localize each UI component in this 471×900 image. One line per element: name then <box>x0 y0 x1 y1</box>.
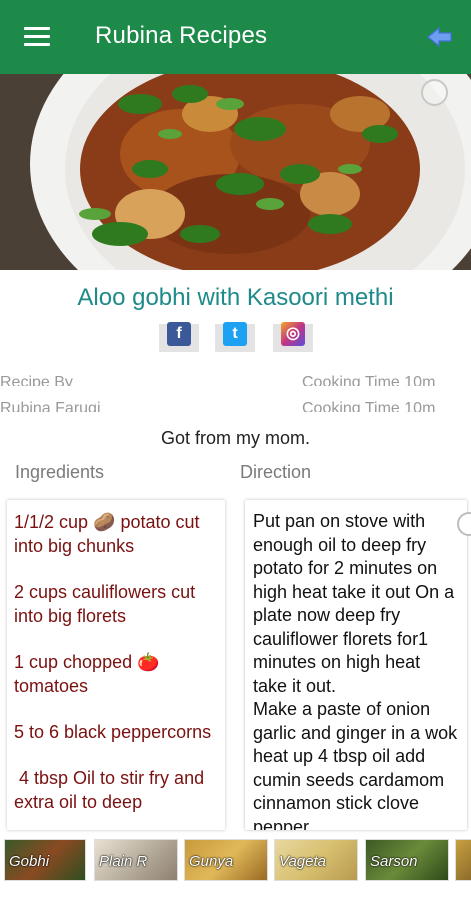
facebook-icon: f <box>167 322 191 346</box>
related-recipe-caption: Plain R <box>99 853 148 870</box>
direction-step: Put pan on stove with enough oil to deep… <box>253 511 455 696</box>
recipe-title: Aloo gobhi with Kasoori methi <box>77 284 394 311</box>
direction-text: Put pan on stove with enough oil to deep… <box>245 500 467 830</box>
ingredients-list: 1/1/2 cup 🥔 potato cut into big chunks 2… <box>7 500 225 814</box>
recipe-photo <box>0 74 471 270</box>
ingredient-item: 5 to 6 black peppercorns <box>14 722 212 742</box>
related-recipe-caption: Vageta <box>279 853 326 870</box>
recipe-by-label: Recipe By <box>0 374 73 386</box>
app-title: Rubina Recipes <box>95 22 268 49</box>
related-recipe-thumb[interactable]: Vageta <box>274 839 358 881</box>
related-recipe-caption: Gobhi <box>9 853 50 870</box>
direction-card[interactable]: Put pan on stove with enough oil to deep… <box>245 500 467 830</box>
recipe-by-label-text: Recipe By <box>0 374 73 386</box>
direction-step: Make a paste of onion garlic and ginger … <box>253 699 458 830</box>
related-recipe-thumb[interactable]: Gobhi <box>4 839 86 881</box>
recipe-by-value: Rubina Faruqi <box>0 400 101 412</box>
related-recipe-thumb[interactable]: Plain R <box>94 839 178 881</box>
related-recipe-thumb[interactable]: Gunya <box>184 839 268 881</box>
app-bar: Rubina Recipes <box>0 0 471 74</box>
recipe-by-value-text: Rubina Faruqi <box>0 400 101 412</box>
cooking-time-label: Cooking Time 10m <box>302 374 435 386</box>
recipe-note: Got from my mom. <box>160 428 310 448</box>
cooking-time-value-text: Cooking Time 10m <box>302 400 436 412</box>
cooking-time-value: Cooking Time 10m <box>302 400 435 412</box>
related-recipe-caption: Sarson <box>370 853 418 870</box>
ingredient-item: 1/1/2 cup 🥔 potato cut into big chunks <box>14 512 200 556</box>
direction-heading: Direction <box>240 462 312 482</box>
favorite-toggle[interactable] <box>421 79 448 106</box>
related-recipe-thumb[interactable]: Sarson <box>365 839 449 881</box>
instagram-share-button[interactable]: ◎ <box>273 322 313 352</box>
related-recipe-thumb[interactable] <box>455 839 471 881</box>
twitter-share-button[interactable]: t <box>215 322 255 352</box>
ingredient-item: 2 cups cauliflowers cut into big florets <box>14 582 196 626</box>
cooking-time-label-text: Cooking Time 10m <box>302 374 436 386</box>
ingredient-item: 4 tbsp Oil to stir fry and extra oil to … <box>14 768 210 812</box>
hamburger-menu-icon[interactable] <box>24 27 50 47</box>
related-recipe-caption: Gunya <box>189 853 234 870</box>
back-arrow-icon[interactable] <box>426 25 454 49</box>
related-recipes-strip: Gobhi Plain R Gunya Vageta Sarson <box>0 835 471 885</box>
ingredients-card[interactable]: 1/1/2 cup 🥔 potato cut into big chunks 2… <box>7 500 225 830</box>
ingredients-heading: Ingredients <box>15 462 105 482</box>
menu-line <box>24 27 50 30</box>
facebook-share-button[interactable]: f <box>159 322 199 352</box>
ingredient-item: 1 cup chopped 🍅 tomatoes <box>14 652 160 696</box>
twitter-icon: t <box>223 322 247 346</box>
menu-line <box>24 43 50 46</box>
menu-line <box>24 35 50 38</box>
instagram-icon: ◎ <box>281 322 305 346</box>
